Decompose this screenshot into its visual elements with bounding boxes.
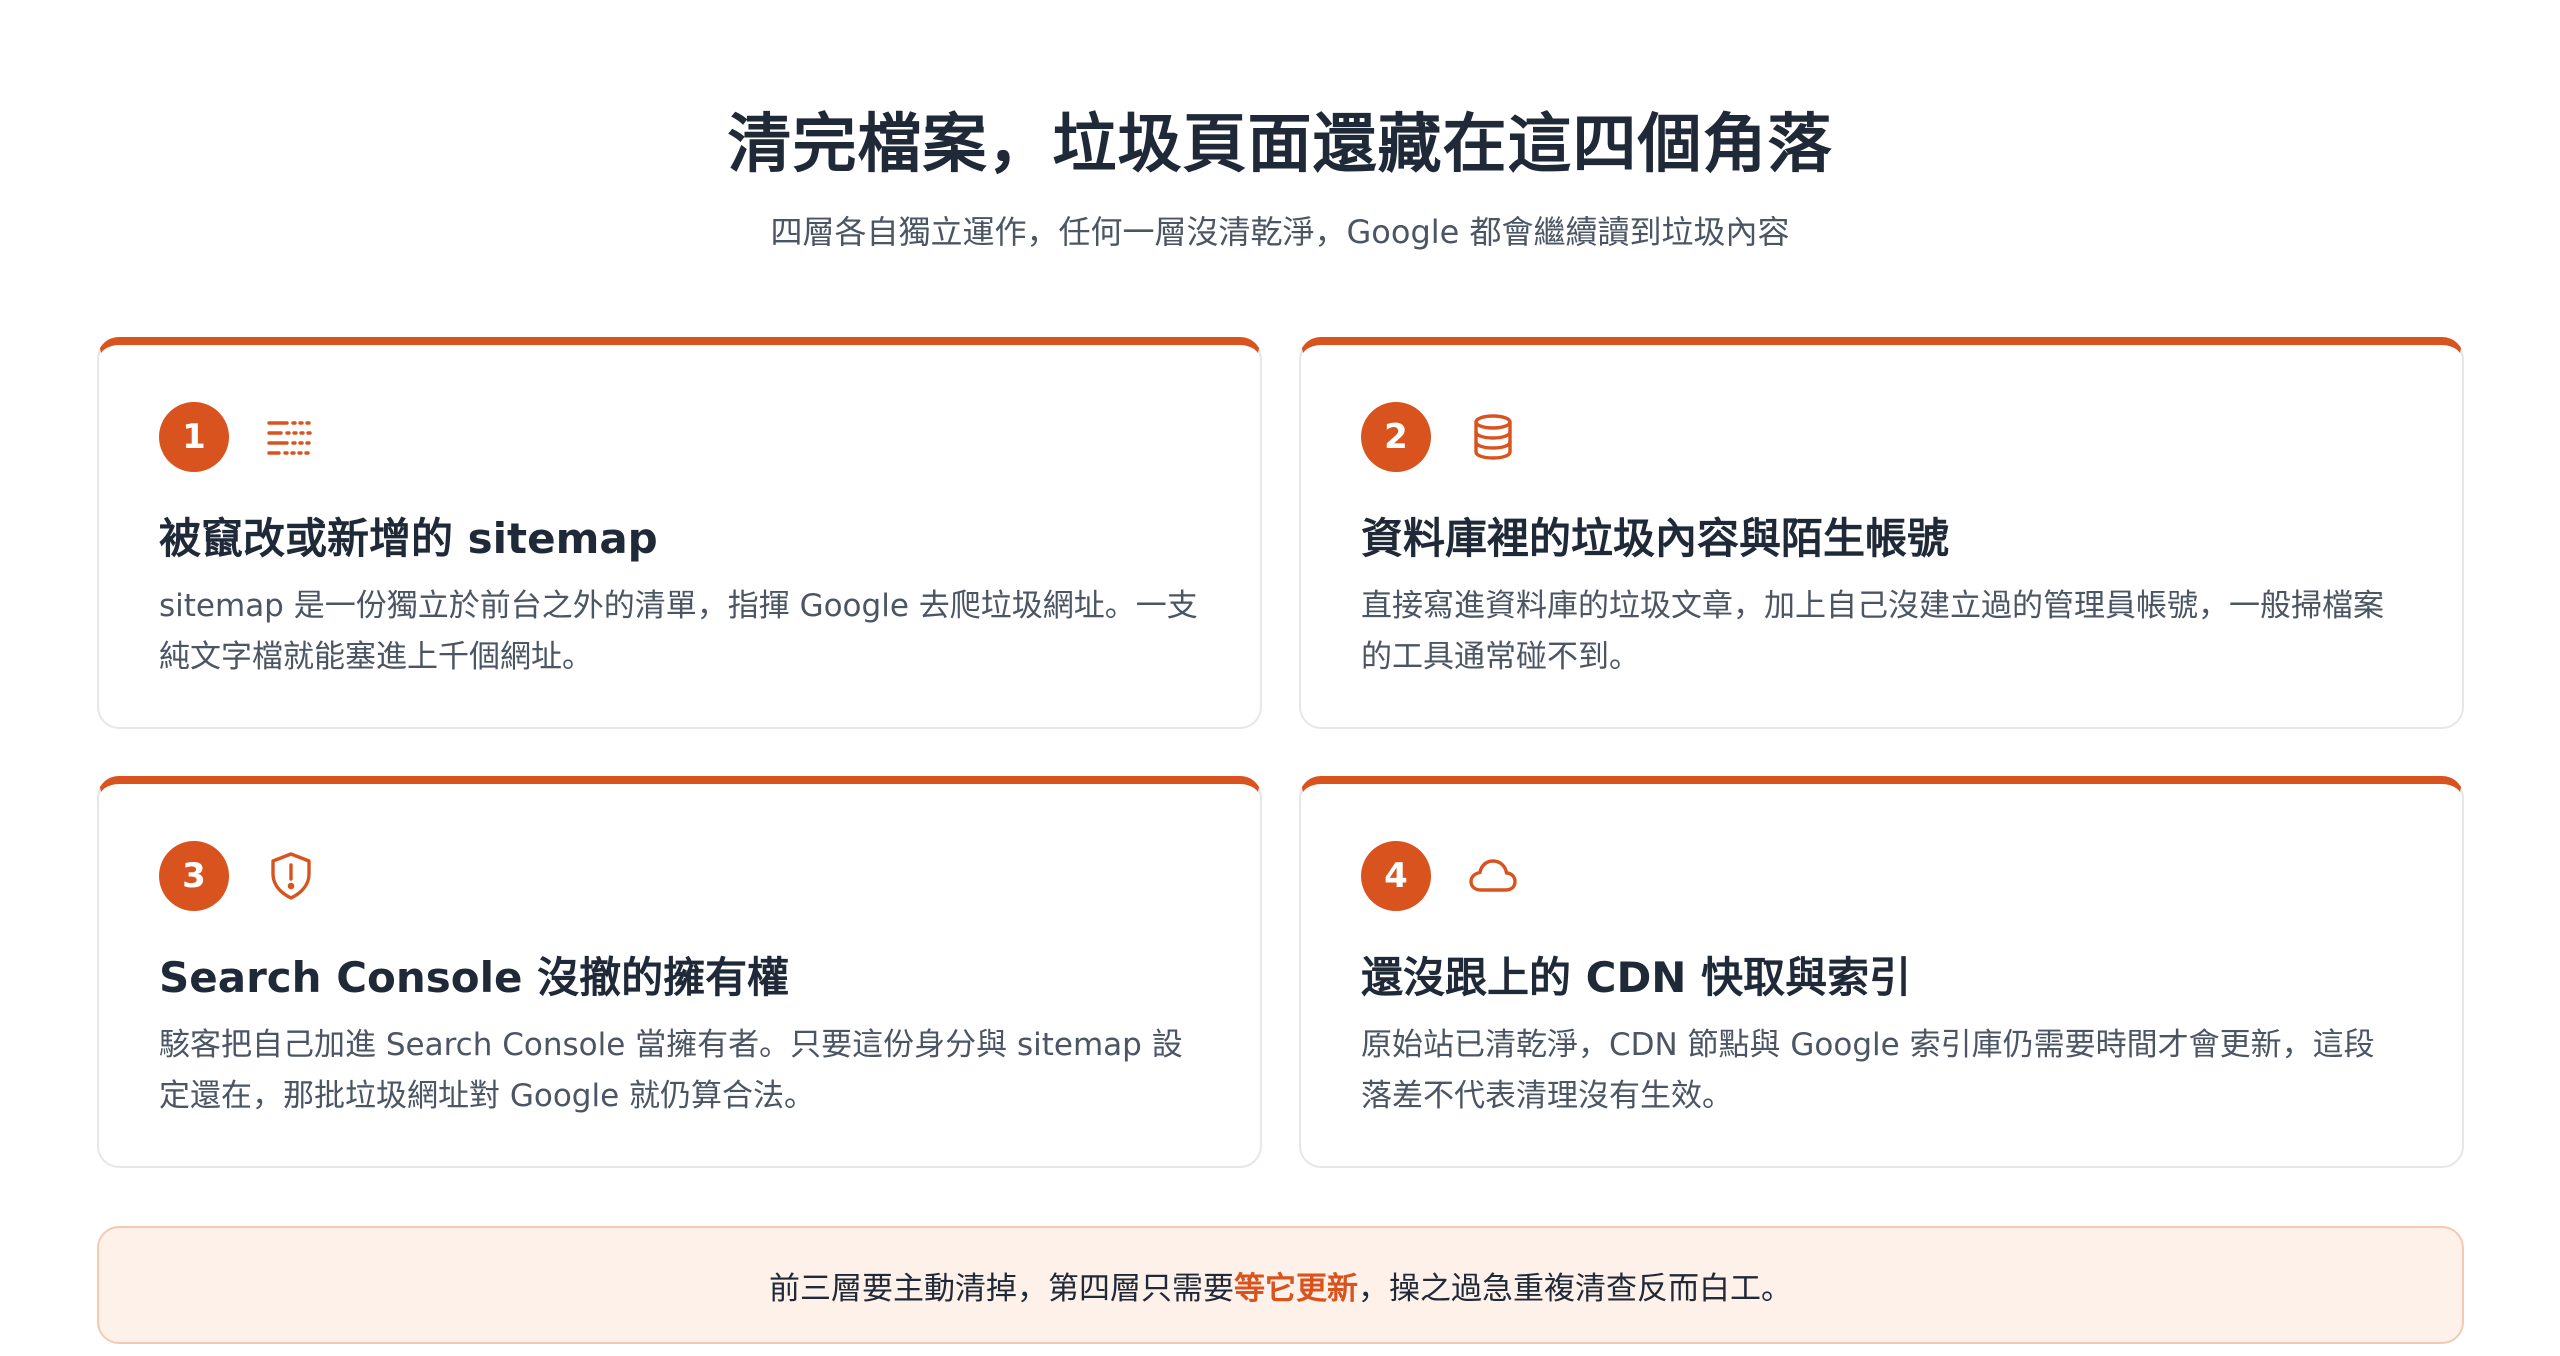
banner-text-end: ，操之過急重複清查反而白工。 (1358, 1270, 1792, 1307)
card-cdn: 4 還沒跟上的 CDN 快取與索引 原始站已清乾淨，CDN 節點與 Google… (1299, 776, 2464, 1168)
page-subtitle: 四層各自獨立運作，任何一層沒清乾淨，Google 都會繼續讀到垃圾內容 (770, 213, 1790, 251)
page-title: 清完檔案，垃圾頁面還藏在這四個角落 (727, 108, 1833, 182)
step-number-badge: 4 (1361, 841, 1431, 911)
card-description: 駭客把自己加進 Search Console 當擁有者。只要這份身分與 site… (159, 1027, 1183, 1114)
banner-text-start: 前三層要主動清掉，第四層只需要 (769, 1270, 1234, 1307)
database-icon (1465, 409, 1521, 465)
step-number-badge: 2 (1361, 402, 1431, 472)
card-description: 直接寫進資料庫的垃圾文章，加上自己沒建立過的管理員帳號，一般掃檔案的工具通常碰不… (1361, 588, 2384, 675)
card-sitemap: 1 被竄改或新增的 sitemap sitemap 是一份獨立於前台之外的清單，… (97, 337, 1262, 729)
card-title: Search Console 沒撤的擁有權 (159, 953, 790, 1002)
summary-banner: 前三層要主動清掉，第四層只需要 等它更新 ，操之過急重複清查反而白工。 (97, 1226, 2464, 1344)
step-number-badge: 3 (159, 841, 229, 911)
step-number-badge: 1 (159, 402, 229, 472)
card-title: 資料庫裡的垃圾內容與陌生帳號 (1361, 514, 1950, 563)
card-database: 2 資料庫裡的垃圾內容與陌生帳號 直接寫進資料庫的垃圾文章，加上自己沒建立過的管… (1299, 337, 2464, 729)
page: 清完檔案，垃圾頁面還藏在這四個角落 四層各自獨立運作，任何一層沒清乾淨，Goog… (0, 0, 2560, 1356)
card-title: 還沒跟上的 CDN 快取與索引 (1361, 953, 1912, 1002)
cloud-icon (1465, 848, 1521, 904)
card-title: 被竄改或新增的 sitemap (159, 514, 658, 563)
card-description: 原始站已清乾淨，CDN 節點與 Google 索引庫仍需要時間才會更新，這段落差… (1361, 1027, 2375, 1114)
card-search-console: 3 Search Console 沒撤的擁有權 駭客把自己加進 Search C… (97, 776, 1262, 1168)
card-grid: 1 被竄改或新增的 sitemap sitemap 是一份獨立於前台之外的清單，… (97, 337, 2464, 1168)
banner-highlight: 等它更新 (1234, 1270, 1358, 1307)
shield-alert-icon (263, 848, 319, 904)
card-description: sitemap 是一份獨立於前台之外的清單，指揮 Google 去爬垃圾網址。一… (159, 588, 1198, 675)
list-lines-icon (263, 409, 319, 465)
